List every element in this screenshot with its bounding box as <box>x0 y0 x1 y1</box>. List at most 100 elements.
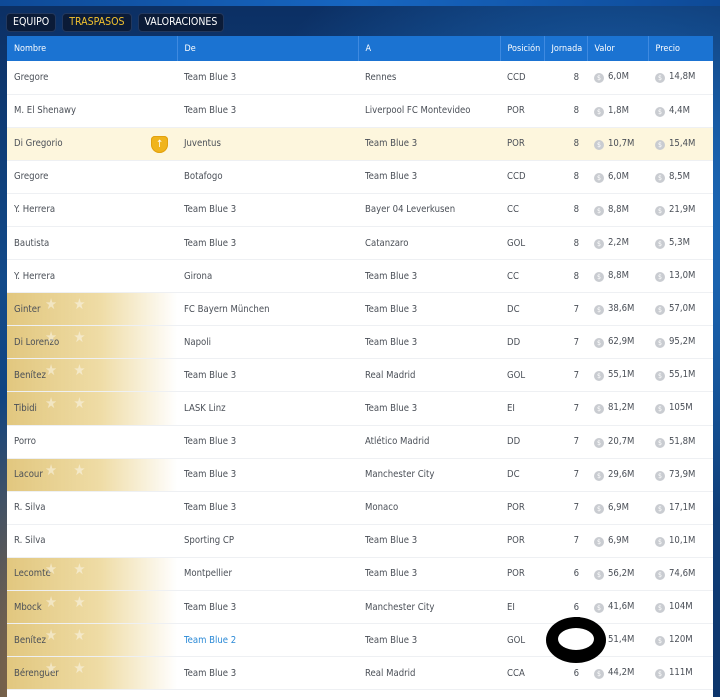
tab-traspasos[interactable]: TRASPASOS <box>62 13 132 32</box>
cell-precio: $57,0M <box>648 292 713 327</box>
nombre-text: Y. Herrera <box>14 270 56 282</box>
table-row[interactable]: Bautista Team Blue 3 Catanzaro GOL 8 $2,2M $5,… <box>7 226 713 261</box>
table-row[interactable]: Y. Herrera Girona Team Blue 3 CC 8 $8,8M $13,0… <box>7 259 713 294</box>
coin-icon: $ <box>655 669 665 680</box>
cell-nombre: Lecomte <box>7 557 177 592</box>
precio-amount: 13,0M <box>669 270 696 282</box>
cell-de: FC Bayern München <box>177 292 358 327</box>
cell-posicion: DD <box>500 425 544 459</box>
cell-precio: $74,6M <box>648 557 713 592</box>
table-row[interactable]: R. Silva Team Blue 3 Monaco POR 7 $6,9M $17,1M <box>7 491 713 525</box>
table-row[interactable]: Y. Herrera Team Blue 3 Bayer 04 Leverkusen… <box>7 193 713 227</box>
table-row[interactable]: Lacour Team Blue 3 Manchester City DC 7 $29,6… <box>7 458 713 492</box>
col-header-nombre[interactable]: Nombre <box>7 36 178 61</box>
nombre-text: Lecomte <box>14 568 51 580</box>
posicion-text: POR <box>507 105 525 117</box>
table-row[interactable]: Di Gregorio ↑ Juventus Team Blue 3 POR 8 $10,7… <box>7 127 713 161</box>
a-text: Team Blue 3 <box>365 138 418 150</box>
cell-precio: $105M <box>648 391 713 426</box>
cell-nombre: Di Lorenzo <box>7 325 177 360</box>
nombre-text: Ginter <box>14 303 41 315</box>
nombre-text: Y. Herrera <box>14 204 56 216</box>
valor-amount: 29,6M <box>608 468 635 480</box>
tab-valoraciones[interactable]: VALORACIONES <box>137 13 225 32</box>
precio-amount: 104M <box>669 601 693 613</box>
de-text[interactable]: Team Blue 2 <box>184 635 236 646</box>
col-header-posicion[interactable]: Posición <box>500 36 545 61</box>
coin-icon: $ <box>655 470 665 481</box>
table-row[interactable]: Gregore Team Blue 3 Rennes CCD 8 $6,0M $14,8M <box>7 61 713 95</box>
precio-amount: 17,1M <box>669 501 696 513</box>
coin-icon: $ <box>594 371 604 382</box>
nombre-text: Di Gregorio <box>14 138 63 150</box>
cell-jornada: 7 <box>544 358 587 393</box>
posicion-text: GOL <box>507 237 526 249</box>
cell-precio: $8,5M <box>648 160 713 194</box>
nombre-text: Gregore <box>14 171 49 183</box>
precio-amount: 14,8M <box>669 71 696 83</box>
table-row[interactable]: Ginter FC Bayern München Team Blue 3 DC 7 $38… <box>7 292 713 327</box>
coin-icon: $ <box>594 305 604 316</box>
coin-icon: $ <box>655 272 665 283</box>
table-row[interactable]: M. El Shenawy Team Blue 3 Liverpool FC Mon… <box>7 94 713 128</box>
coin-icon: $ <box>594 106 604 117</box>
de-text: Team Blue 3 <box>184 436 237 448</box>
tab-bar: EQUIPO TRASPASOS VALORACIONES <box>6 13 225 32</box>
col-header-a[interactable]: A <box>358 36 501 61</box>
de-text: Botafogo <box>184 171 223 183</box>
coin-icon: $ <box>655 239 665 250</box>
table-row[interactable]: Porro Team Blue 3 Atlético Madrid DD 7 $20,7M… <box>7 425 713 459</box>
cell-jornada: 6 <box>544 557 587 592</box>
table-row[interactable]: BenítezTeam Blue 2Team Blue 3GOL6$51,4M$… <box>7 623 713 658</box>
cell-de: Botafogo <box>177 160 358 194</box>
cell-de: Girona <box>177 259 358 294</box>
cell-de: Team Blue 3 <box>177 491 358 525</box>
de-text: Team Blue 3 <box>184 502 237 514</box>
table-row[interactable]: Di LorenzoNapoliTeam Blue 3DD7$62,9M$95,… <box>7 325 713 360</box>
table-row[interactable]: TibidiLASK LinzTeam Blue 3EI7$81,2M$105M <box>7 391 713 426</box>
coin-icon: $ <box>594 536 604 547</box>
cell-valor: $81,2M <box>587 391 648 426</box>
table-row[interactable]: BenítezTeam Blue 3Real MadridGOL7$55,1M$… <box>7 358 713 393</box>
col-header-de[interactable]: De <box>177 36 359 61</box>
valor-amount: 8,8M <box>608 270 629 282</box>
cell-valor: $56,2M <box>587 557 648 592</box>
col-header-jornada[interactable]: Jornada <box>544 36 588 61</box>
tab-equipo[interactable]: EQUIPO <box>6 13 57 32</box>
cell-a: Team Blue 3 <box>358 160 500 194</box>
a-text: Manchester City <box>365 469 435 481</box>
table-row[interactable]: Mbock Team Blue 3 Manchester City EI 6 $41,6M… <box>7 590 713 625</box>
jornada-text: 7 <box>573 502 579 514</box>
cell-jornada: 7 <box>544 292 587 327</box>
valor-amount: 38,6M <box>608 303 635 315</box>
table-row[interactable]: Bérenguer Team Blue 3 Real Madrid CCA 6 $44,2… <box>7 656 713 691</box>
cell-precio: $51,8M <box>648 425 713 459</box>
cell-nombre: M. El Shenawy <box>7 94 177 128</box>
transfers-table-panel: Nombre De A Posición Jornada Valor Preci… <box>7 36 713 697</box>
de-text: Team Blue 3 <box>184 204 237 216</box>
a-text: Catanzaro <box>365 237 409 249</box>
posicion-text: GOL <box>507 369 526 381</box>
table-row[interactable]: Gregore Botafogo Team Blue 3 CCD 8 $6,0M $8,5M <box>7 160 713 194</box>
cell-nombre: Y. Herrera <box>7 259 177 294</box>
jornada-text: 8 <box>573 71 579 83</box>
cell-de: Team Blue 3 <box>177 193 358 227</box>
de-text: Team Blue 3 <box>184 71 237 83</box>
posicion-text: POR <box>507 502 525 514</box>
posicion-text: EI <box>507 601 515 613</box>
cell-valor: $6,0M <box>587 61 648 95</box>
col-header-valor[interactable]: Valor <box>587 36 649 61</box>
cell-a: Monaco <box>358 491 500 525</box>
cell-jornada: 7 <box>544 491 587 525</box>
cell-precio: $111M <box>648 656 713 691</box>
cell-valor: $6,9M <box>587 491 648 525</box>
table-row[interactable]: R. Silva Sporting CP Team Blue 3 POR 7 $6,9M $… <box>7 524 713 558</box>
de-text: Girona <box>184 270 213 282</box>
col-header-precio[interactable]: Precio <box>648 36 713 61</box>
precio-amount: 57,0M <box>669 303 696 315</box>
posicion-text: POR <box>507 535 525 547</box>
table-row[interactable]: LecomteMontpellierTeam Blue 3POR6$56,2M$… <box>7 557 713 592</box>
cell-posicion: CCD <box>500 160 544 194</box>
coin-icon: $ <box>594 437 604 448</box>
coin-icon: $ <box>594 205 604 216</box>
